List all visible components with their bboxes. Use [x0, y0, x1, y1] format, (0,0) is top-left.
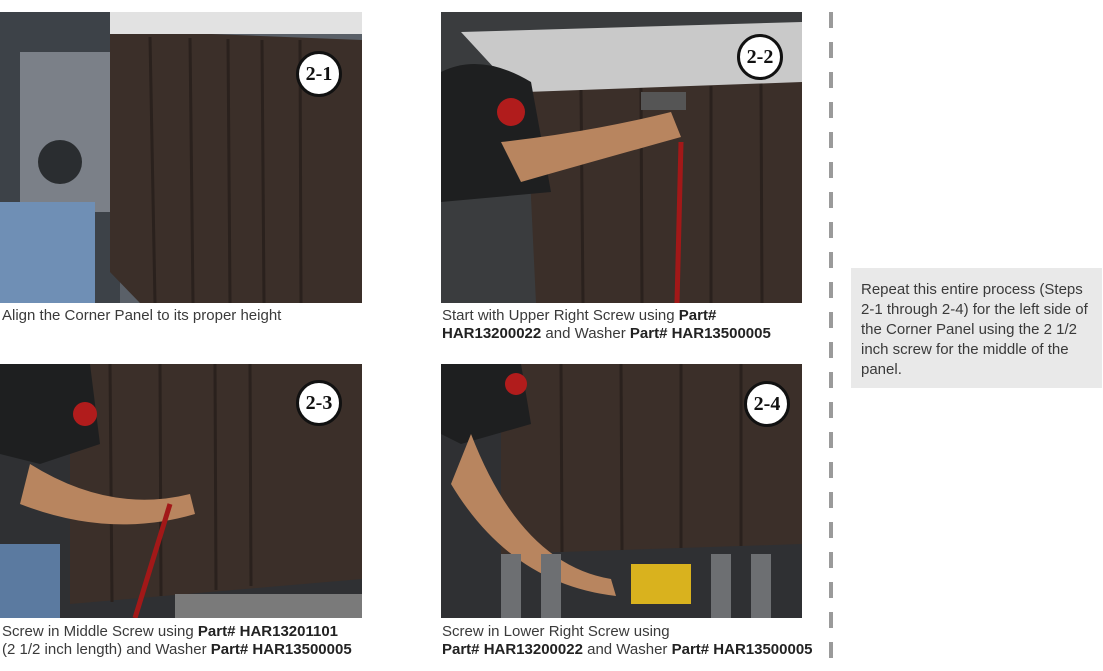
caption-line: Screw in Middle Screw using Part# HAR132… [2, 623, 422, 641]
caption-line: HAR13200022 and Washer Part# HAR13500005 [442, 325, 827, 343]
step-badge: 2-3 [296, 380, 342, 426]
caption-line: Align the Corner Panel to its proper hei… [2, 307, 422, 325]
step-2-2-caption: Start with Upper Right Screw using Part#… [442, 307, 827, 343]
caption-text: (2 1/2 inch length) and Washer [2, 641, 211, 658]
caption-text: and Washer [582, 641, 672, 658]
caption-text: and Washer [541, 325, 630, 342]
caption-line: Part# HAR13200022 and Washer Part# HAR13… [442, 641, 827, 659]
step-badge: 2-2 [737, 34, 783, 80]
dashed-divider [829, 12, 833, 668]
step-2-1-caption: Align the Corner Panel to its proper hei… [2, 307, 422, 325]
caption-text: Align the Corner Panel to its proper hei… [2, 307, 282, 324]
caption-line: Start with Upper Right Screw using Part# [442, 307, 827, 325]
step-2-4-caption: Screw in Lower Right Screw using Part# HA… [442, 623, 827, 659]
caption-text: Start with Upper Right Screw using [442, 307, 679, 324]
caption-text: Screw in Lower Right Screw using [442, 623, 670, 640]
part-number-text: Part# HAR13500005 [671, 641, 813, 658]
caption-line: Screw in Lower Right Screw using [442, 623, 827, 641]
step-2-3-caption: Screw in Middle Screw using Part# HAR132… [2, 623, 422, 659]
part-number-text: Part# [678, 307, 717, 324]
part-number-text: Part# HAR13500005 [210, 641, 352, 658]
caption-text: Screw in Middle Screw using [2, 623, 198, 640]
part-number-text: Part# HAR13200022 [442, 641, 583, 658]
part-number-text: Part# HAR13500005 [629, 325, 771, 342]
step-badge: 2-1 [296, 51, 342, 97]
part-number-text: HAR13200022 [442, 325, 542, 342]
repeat-note: Repeat this entire process (Steps 2-1 th… [851, 268, 1102, 388]
caption-line: (2 1/2 inch length) and Washer Part# HAR… [2, 641, 422, 659]
step-badge: 2-4 [744, 381, 790, 427]
part-number-text: Part# HAR13201101 [197, 623, 339, 640]
